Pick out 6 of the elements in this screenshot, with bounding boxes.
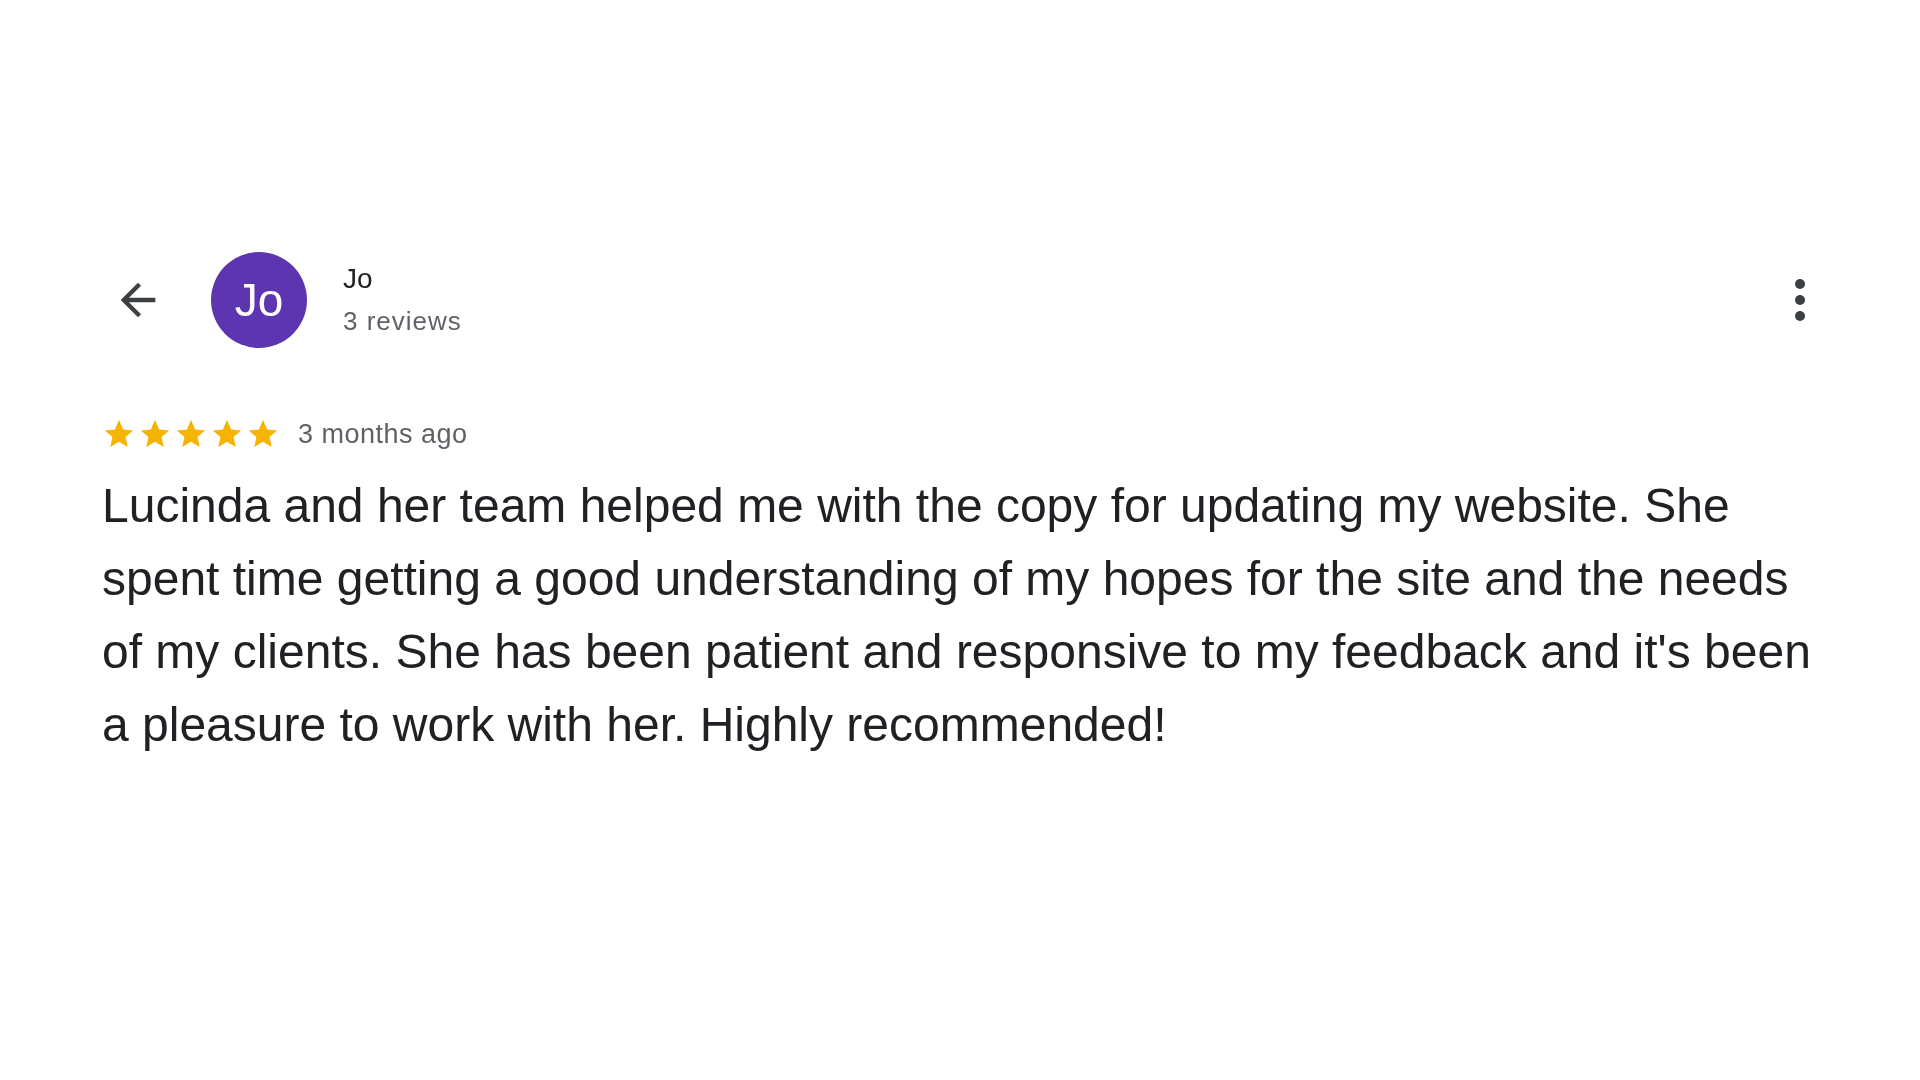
more-icon	[1794, 278, 1806, 322]
review-date: 3 months ago	[298, 418, 468, 451]
review-count: 3 reviews	[343, 305, 462, 338]
review-text: Lucinda and her team helped me with the copy for updating my website. She spent time getting a good understanding of my hopes for the site and the needs of my clients. She has been patient and responsive to my feedback and it's been a pleasure to work with her. Highly recommended!	[102, 477, 1812, 753]
avatar: Jo	[211, 252, 307, 348]
reviewer-name: Jo	[343, 262, 374, 296]
